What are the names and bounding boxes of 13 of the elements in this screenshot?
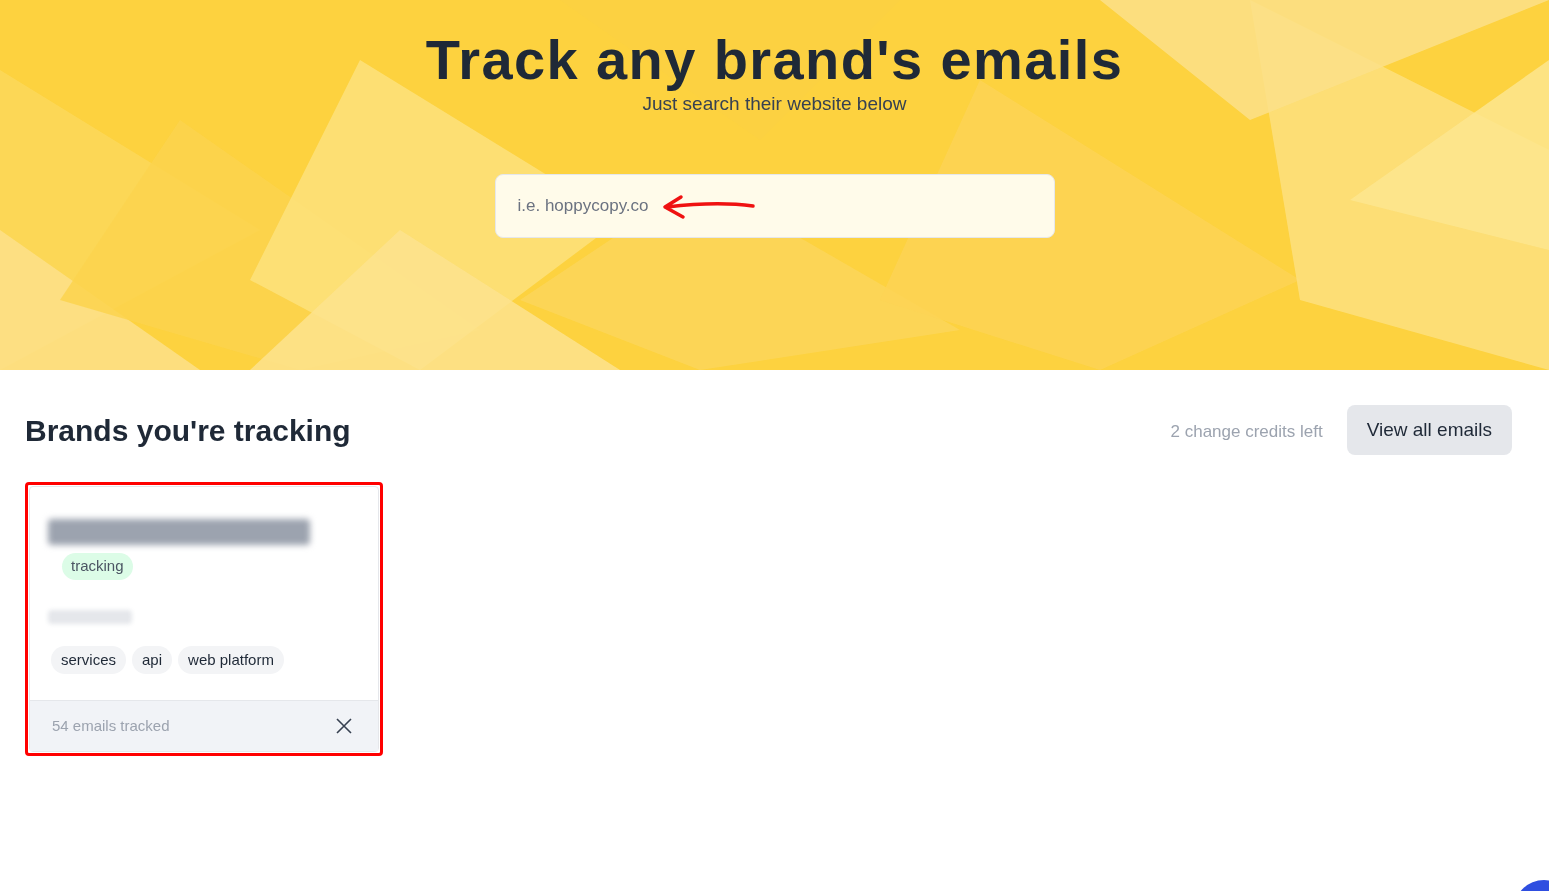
tag: web platform <box>178 645 284 674</box>
section-title: Brands you're tracking <box>25 412 351 449</box>
tag: services <box>51 645 126 674</box>
hero-title: Track any brand's emails <box>425 28 1124 92</box>
status-badge: tracking <box>62 553 133 580</box>
view-all-emails-button[interactable]: View all emails <box>1346 405 1512 455</box>
credits-text: 2 change credits left <box>1170 421 1323 444</box>
close-icon[interactable] <box>336 718 352 734</box>
emails-tracked-text: 54 emails tracked <box>52 715 170 736</box>
arrow-icon <box>660 194 755 220</box>
search-field[interactable]: i.e. hoppycopy.co <box>494 174 1055 238</box>
tag: api <box>132 645 173 674</box>
hero-subtitle: Just search their website below <box>642 92 907 116</box>
